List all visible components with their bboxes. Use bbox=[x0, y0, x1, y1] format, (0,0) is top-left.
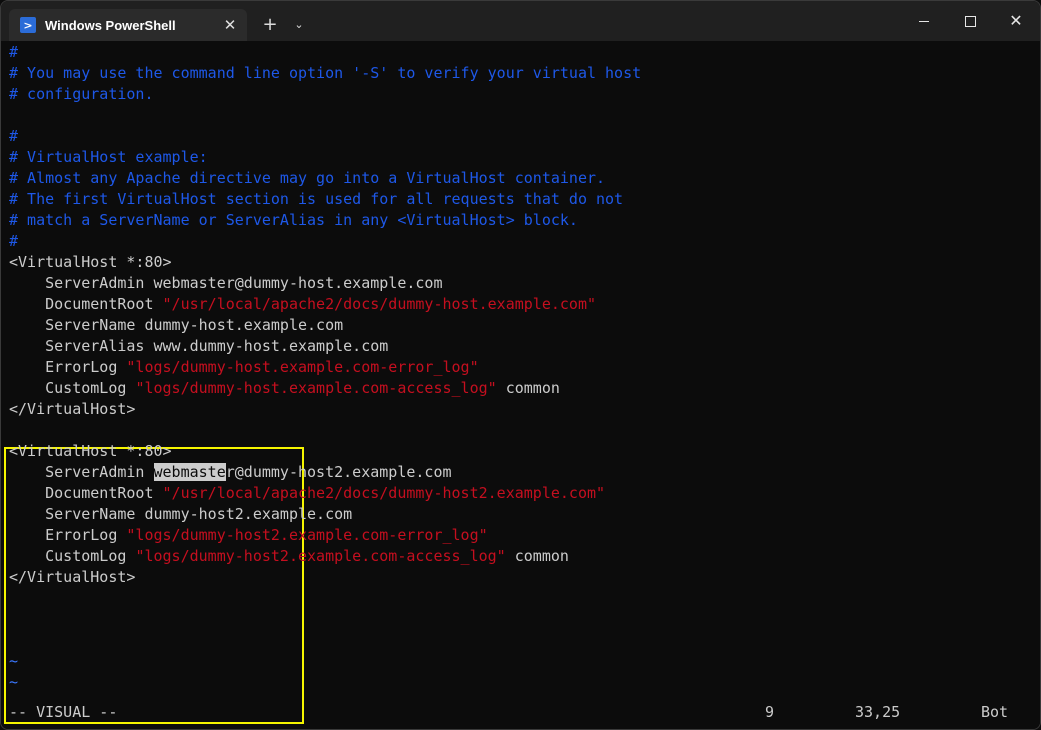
tab-title: Windows PowerShell bbox=[45, 17, 176, 33]
close-window-button[interactable]: ✕ bbox=[993, 1, 1039, 41]
editor-line: ServerAdmin webmaster@dummy-host.example… bbox=[9, 273, 442, 294]
powershell-icon: > bbox=[20, 17, 36, 33]
close-tab-icon[interactable]: ✕ bbox=[221, 16, 239, 34]
string-text: "logs/dummy-host2.example.com-error_log" bbox=[126, 526, 488, 544]
scroll-position: Bot bbox=[981, 703, 1009, 721]
code-text: ErrorLog bbox=[9, 526, 127, 544]
comment-text: # You may use the command line option '-… bbox=[9, 64, 642, 82]
code-text: ServerName dummy-host2.example.com bbox=[9, 505, 353, 523]
comment-text: # configuration. bbox=[9, 85, 154, 103]
editor-line: ServerAlias www.dummy-host.example.com bbox=[9, 336, 388, 357]
comment-text: # VirtualHost example: bbox=[9, 148, 208, 166]
terminal-window: > Windows PowerShell ✕ + ⌄ ✕ -- VISUAL -… bbox=[0, 0, 1041, 730]
comment-text: # bbox=[9, 43, 19, 61]
tab-windows-powershell[interactable]: > Windows PowerShell ✕ bbox=[9, 9, 247, 41]
vim-mode-indicator: -- VISUAL -- bbox=[9, 703, 118, 721]
code-text: DocumentRoot bbox=[9, 295, 163, 313]
editor-line: # bbox=[9, 42, 18, 63]
comment-text: # bbox=[9, 232, 19, 250]
visual-selection: webmaste bbox=[153, 463, 226, 481]
empty-line-tilde: ~ bbox=[9, 673, 19, 691]
editor-line: # bbox=[9, 231, 18, 252]
editor-line: DocumentRoot "/usr/local/apache2/docs/du… bbox=[9, 483, 605, 504]
code-text: DocumentRoot bbox=[9, 484, 163, 502]
code-text: <VirtualHost *:80> bbox=[9, 442, 172, 460]
empty-line-tilde: ~ bbox=[9, 652, 19, 670]
code-text: ServerAlias www.dummy-host.example.com bbox=[9, 337, 389, 355]
comment-text: # bbox=[9, 127, 19, 145]
editor-line: ServerName dummy-host2.example.com bbox=[9, 504, 352, 525]
editor-line: ServerName dummy-host.example.com bbox=[9, 315, 343, 336]
comment-text: # match a ServerName or ServerAlias in a… bbox=[9, 211, 578, 229]
editor-line: CustomLog "logs/dummy-host.example.com-a… bbox=[9, 378, 560, 399]
editor-line: CustomLog "logs/dummy-host2.example.com-… bbox=[9, 546, 569, 567]
code-text: ErrorLog bbox=[9, 358, 127, 376]
maximize-icon bbox=[964, 15, 976, 27]
code-text: common bbox=[505, 547, 569, 565]
code-text: common bbox=[496, 379, 560, 397]
editor-line: ErrorLog "logs/dummy-host.example.com-er… bbox=[9, 357, 479, 378]
string-text: "logs/dummy-host2.example.com-access_log… bbox=[135, 547, 506, 565]
minimize-icon bbox=[919, 20, 929, 22]
code-text: <VirtualHost *:80> bbox=[9, 253, 172, 271]
editor-line: # match a ServerName or ServerAlias in a… bbox=[9, 210, 578, 231]
editor-line: <VirtualHost *:80> bbox=[9, 252, 172, 273]
editor-line: ~ bbox=[9, 651, 18, 672]
maximize-button[interactable] bbox=[947, 1, 993, 41]
code-text: </VirtualHost> bbox=[9, 568, 136, 586]
string-text: "/usr/local/apache2/docs/dummy-host2.exa… bbox=[162, 484, 606, 502]
editor-line: # You may use the command line option '-… bbox=[9, 63, 641, 84]
close-icon: ✕ bbox=[1009, 11, 1023, 30]
editor-line: # bbox=[9, 126, 18, 147]
editor-line: </VirtualHost> bbox=[9, 567, 135, 588]
minimize-button[interactable] bbox=[901, 1, 947, 41]
code-text: CustomLog bbox=[9, 379, 136, 397]
code-text: r@dummy-host2.example.com bbox=[225, 463, 452, 481]
editor-line: DocumentRoot "/usr/local/apache2/docs/du… bbox=[9, 294, 596, 315]
selection-count: 9 bbox=[765, 703, 775, 721]
editor-line: </VirtualHost> bbox=[9, 399, 135, 420]
comment-text: # Almost any Apache directive may go int… bbox=[9, 169, 606, 187]
editor-line: # The first VirtualHost section is used … bbox=[9, 189, 623, 210]
editor-line: <VirtualHost *:80> bbox=[9, 441, 172, 462]
code-text: ServerAdmin bbox=[9, 463, 154, 481]
new-tab-button[interactable]: + bbox=[259, 14, 281, 36]
code-text: </VirtualHost> bbox=[9, 400, 136, 418]
code-text: CustomLog bbox=[9, 547, 136, 565]
editor-line: # configuration. bbox=[9, 84, 154, 105]
editor-line: # Almost any Apache directive may go int… bbox=[9, 168, 605, 189]
editor-line: ServerAdmin webmaster@dummy-host2.exampl… bbox=[9, 462, 452, 483]
editor-line: ~ bbox=[9, 672, 18, 693]
editor-line: # VirtualHost example: bbox=[9, 147, 208, 168]
code-text: ServerName dummy-host.example.com bbox=[9, 316, 344, 334]
terminal-content[interactable]: -- VISUAL -- 9 33,25 Bot # # You may use … bbox=[1, 41, 1040, 729]
string-text: "logs/dummy-host.example.com-error_log" bbox=[126, 358, 479, 376]
title-bar: > Windows PowerShell ✕ + ⌄ ✕ bbox=[1, 1, 1040, 41]
comment-text: # The first VirtualHost section is used … bbox=[9, 190, 624, 208]
cursor-position: 33,25 bbox=[855, 703, 901, 721]
code-text: ServerAdmin webmaster@dummy-host.example… bbox=[9, 274, 443, 292]
editor-line: ErrorLog "logs/dummy-host2.example.com-e… bbox=[9, 525, 488, 546]
string-text: "logs/dummy-host.example.com-access_log" bbox=[135, 379, 497, 397]
string-text: "/usr/local/apache2/docs/dummy-host.exam… bbox=[162, 295, 597, 313]
chevron-down-icon[interactable]: ⌄ bbox=[288, 14, 310, 36]
